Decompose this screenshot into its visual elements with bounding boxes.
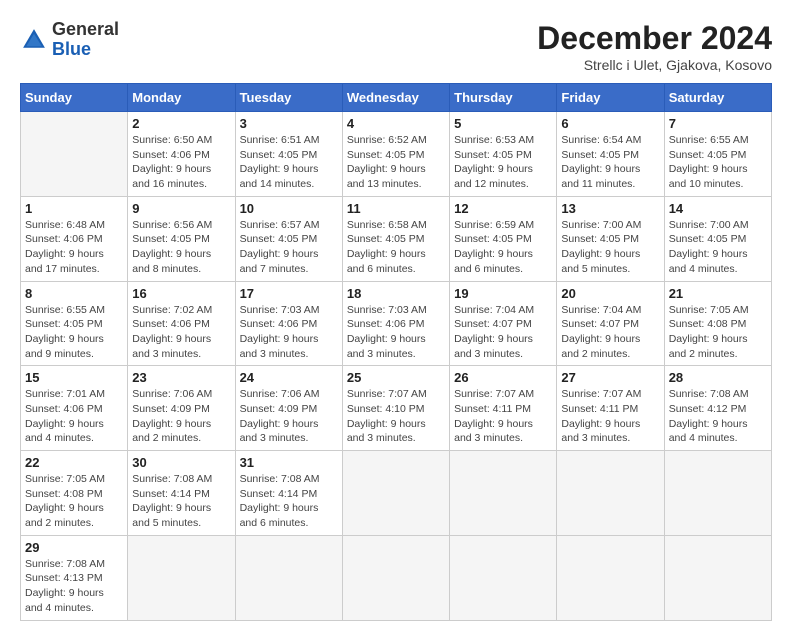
col-saturday: Saturday — [664, 84, 771, 112]
calendar-week-row: 15 Sunrise: 7:01 AM Sunset: 4:06 PM Dayl… — [21, 366, 772, 451]
table-row: 27 Sunrise: 7:07 AM Sunset: 4:11 PM Dayl… — [557, 366, 664, 451]
empty-cell — [342, 535, 449, 620]
table-row: 20 Sunrise: 7:04 AM Sunset: 4:07 PM Dayl… — [557, 281, 664, 366]
table-row: 26 Sunrise: 7:07 AM Sunset: 4:11 PM Dayl… — [450, 366, 557, 451]
table-row: 5 Sunrise: 6:53 AM Sunset: 4:05 PM Dayli… — [450, 112, 557, 197]
page-subtitle: Strellc i Ulet, Gjakova, Kosovo — [537, 57, 772, 73]
logo-blue: Blue — [52, 39, 91, 59]
col-thursday: Thursday — [450, 84, 557, 112]
calendar-table: Sunday Monday Tuesday Wednesday Thursday… — [20, 83, 772, 621]
table-row: 10 Sunrise: 6:57 AM Sunset: 4:05 PM Dayl… — [235, 196, 342, 281]
table-row: 29 Sunrise: 7:08 AM Sunset: 4:13 PM Dayl… — [21, 535, 128, 620]
table-row: 16 Sunrise: 7:02 AM Sunset: 4:06 PM Dayl… — [128, 281, 235, 366]
calendar-header-row: Sunday Monday Tuesday Wednesday Thursday… — [21, 84, 772, 112]
empty-cell — [450, 451, 557, 536]
col-monday: Monday — [128, 84, 235, 112]
empty-cell — [557, 535, 664, 620]
table-row: 12 Sunrise: 6:59 AM Sunset: 4:05 PM Dayl… — [450, 196, 557, 281]
empty-cell — [128, 535, 235, 620]
table-row: 19 Sunrise: 7:04 AM Sunset: 4:07 PM Dayl… — [450, 281, 557, 366]
empty-cell — [664, 535, 771, 620]
page-title: December 2024 — [537, 20, 772, 57]
empty-cell — [235, 535, 342, 620]
calendar-week-row: 29 Sunrise: 7:08 AM Sunset: 4:13 PM Dayl… — [21, 535, 772, 620]
calendar-week-row: 22 Sunrise: 7:05 AM Sunset: 4:08 PM Dayl… — [21, 451, 772, 536]
table-row: 7 Sunrise: 6:55 AM Sunset: 4:05 PM Dayli… — [664, 112, 771, 197]
empty-cell — [21, 112, 128, 197]
logo-icon — [20, 26, 48, 54]
table-row: 22 Sunrise: 7:05 AM Sunset: 4:08 PM Dayl… — [21, 451, 128, 536]
col-sunday: Sunday — [21, 84, 128, 112]
table-row: 25 Sunrise: 7:07 AM Sunset: 4:10 PM Dayl… — [342, 366, 449, 451]
table-row: 21 Sunrise: 7:05 AM Sunset: 4:08 PM Dayl… — [664, 281, 771, 366]
table-row: 30 Sunrise: 7:08 AM Sunset: 4:14 PM Dayl… — [128, 451, 235, 536]
calendar-week-row: 1 Sunrise: 6:48 AM Sunset: 4:06 PM Dayli… — [21, 196, 772, 281]
table-row: 24 Sunrise: 7:06 AM Sunset: 4:09 PM Dayl… — [235, 366, 342, 451]
table-row: 18 Sunrise: 7:03 AM Sunset: 4:06 PM Dayl… — [342, 281, 449, 366]
table-row: 28 Sunrise: 7:08 AM Sunset: 4:12 PM Dayl… — [664, 366, 771, 451]
empty-cell — [342, 451, 449, 536]
col-wednesday: Wednesday — [342, 84, 449, 112]
empty-cell — [450, 535, 557, 620]
empty-cell — [557, 451, 664, 536]
table-row: 31 Sunrise: 7:08 AM Sunset: 4:14 PM Dayl… — [235, 451, 342, 536]
table-row: 17 Sunrise: 7:03 AM Sunset: 4:06 PM Dayl… — [235, 281, 342, 366]
table-row: 2 Sunrise: 6:50 AM Sunset: 4:06 PM Dayli… — [128, 112, 235, 197]
table-row: 1 Sunrise: 6:48 AM Sunset: 4:06 PM Dayli… — [21, 196, 128, 281]
table-row: 8 Sunrise: 6:55 AM Sunset: 4:05 PM Dayli… — [21, 281, 128, 366]
table-row: 14 Sunrise: 7:00 AM Sunset: 4:05 PM Dayl… — [664, 196, 771, 281]
calendar-week-row: 8 Sunrise: 6:55 AM Sunset: 4:05 PM Dayli… — [21, 281, 772, 366]
table-row: 13 Sunrise: 7:00 AM Sunset: 4:05 PM Dayl… — [557, 196, 664, 281]
table-row: 11 Sunrise: 6:58 AM Sunset: 4:05 PM Dayl… — [342, 196, 449, 281]
title-block: December 2024 Strellc i Ulet, Gjakova, K… — [537, 20, 772, 73]
calendar-week-row: 2 Sunrise: 6:50 AM Sunset: 4:06 PM Dayli… — [21, 112, 772, 197]
table-row: 3 Sunrise: 6:51 AM Sunset: 4:05 PM Dayli… — [235, 112, 342, 197]
col-friday: Friday — [557, 84, 664, 112]
logo: General Blue — [20, 20, 119, 60]
col-tuesday: Tuesday — [235, 84, 342, 112]
table-row: 4 Sunrise: 6:52 AM Sunset: 4:05 PM Dayli… — [342, 112, 449, 197]
logo-text: General Blue — [52, 20, 119, 60]
table-row: 9 Sunrise: 6:56 AM Sunset: 4:05 PM Dayli… — [128, 196, 235, 281]
table-row: 23 Sunrise: 7:06 AM Sunset: 4:09 PM Dayl… — [128, 366, 235, 451]
page-header: General Blue December 2024 Strellc i Ule… — [20, 20, 772, 73]
logo-general: General — [52, 19, 119, 39]
empty-cell — [664, 451, 771, 536]
table-row: 15 Sunrise: 7:01 AM Sunset: 4:06 PM Dayl… — [21, 366, 128, 451]
table-row: 6 Sunrise: 6:54 AM Sunset: 4:05 PM Dayli… — [557, 112, 664, 197]
